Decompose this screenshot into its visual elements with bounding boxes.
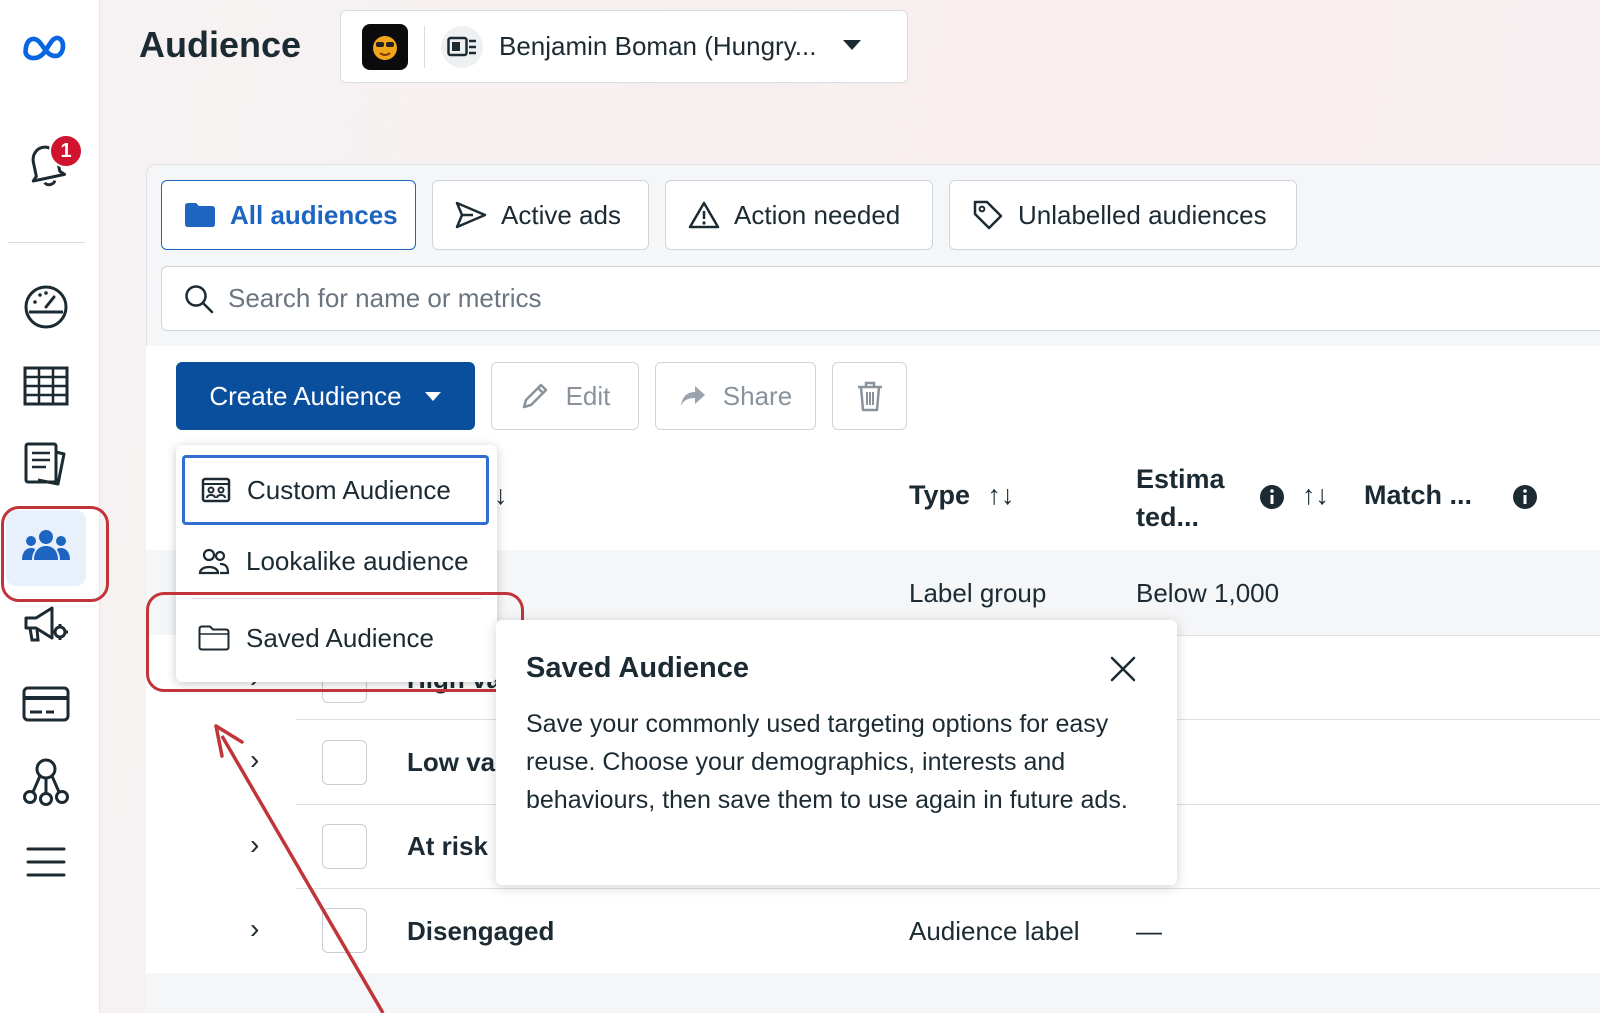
row-checkbox[interactable] bbox=[322, 740, 367, 785]
caret-down-icon bbox=[842, 38, 862, 56]
info-icon[interactable] bbox=[1512, 484, 1538, 515]
tab-action-needed[interactable]: Action needed bbox=[665, 180, 933, 250]
tab-label: Active ads bbox=[501, 199, 621, 230]
row-divider bbox=[296, 888, 1600, 889]
tab-active-ads[interactable]: Active ads bbox=[432, 180, 649, 250]
edit-button[interactable]: Edit bbox=[491, 362, 639, 430]
chevron-right-icon[interactable]: › bbox=[250, 744, 259, 776]
account-name: Benjamin Boman (Hungry... bbox=[499, 31, 817, 61]
tab-all-audiences[interactable]: All audiences bbox=[161, 180, 416, 250]
chevron-right-icon[interactable]: › bbox=[250, 829, 259, 861]
table-grid-icon[interactable] bbox=[20, 360, 72, 412]
notification-badge: 1 bbox=[49, 134, 83, 168]
lookalike-icon bbox=[198, 547, 230, 575]
caret-down-icon bbox=[424, 391, 442, 402]
menu-icon[interactable] bbox=[20, 836, 72, 888]
billing-card-icon[interactable] bbox=[20, 678, 72, 730]
tab-unlabelled-audiences[interactable]: Unlabelled audiences bbox=[949, 180, 1297, 250]
column-estimated-line2: ted... bbox=[1136, 502, 1200, 532]
sort-icon: ↑↓ bbox=[987, 480, 1015, 510]
pencil-icon bbox=[520, 381, 550, 411]
menu-item-label: Custom Audience bbox=[247, 474, 451, 505]
menu-item-lookalike-audience[interactable]: Lookalike audience bbox=[182, 526, 489, 596]
menu-item-custom-audience[interactable]: Custom Audience bbox=[182, 455, 489, 525]
tab-label: Action needed bbox=[734, 199, 901, 230]
folder-icon bbox=[184, 202, 216, 228]
close-icon[interactable] bbox=[1106, 652, 1140, 686]
saved-audience-popover: Saved Audience Save your commonly used t… bbox=[496, 620, 1177, 885]
menu-item-label: Lookalike audience bbox=[246, 545, 469, 576]
row-name[interactable]: At risk bbox=[407, 831, 488, 862]
custom-audience-icon bbox=[201, 476, 231, 504]
business-network-icon[interactable] bbox=[20, 756, 72, 808]
search-input[interactable] bbox=[228, 283, 1128, 314]
ad-account-icon bbox=[441, 25, 483, 68]
column-header-type[interactable]: Type ↑↓ bbox=[909, 480, 1015, 511]
tag-icon bbox=[972, 199, 1004, 231]
table-row bbox=[146, 973, 1600, 1013]
edit-label: Edit bbox=[565, 380, 611, 411]
share-label: Share bbox=[722, 380, 793, 411]
sidebar-audience-annotation bbox=[1, 506, 109, 602]
row-estimated: Below 1,000 bbox=[1136, 578, 1280, 608]
row-estimated: — bbox=[1136, 916, 1162, 946]
tab-label: All audiences bbox=[230, 199, 398, 230]
share-arrow-icon bbox=[679, 384, 707, 408]
tab-label: Unlabelled audiences bbox=[1018, 199, 1267, 230]
search-icon bbox=[184, 284, 214, 314]
sidebar-divider bbox=[8, 242, 85, 243]
account-separator bbox=[424, 25, 425, 68]
share-button[interactable]: Share bbox=[655, 362, 816, 430]
column-type-label: Type bbox=[909, 480, 971, 510]
page-title: Audience bbox=[139, 24, 302, 65]
megaphone-settings-icon[interactable] bbox=[20, 598, 72, 650]
column-header-estimated[interactable]: Estima ted... bbox=[1136, 460, 1225, 536]
row-name[interactable]: Disengaged bbox=[407, 916, 554, 947]
popover-title: Saved Audience bbox=[526, 652, 749, 684]
sort-icon[interactable]: ↑↓ bbox=[1302, 480, 1329, 511]
account-avatar bbox=[362, 23, 408, 70]
account-selector[interactable]: Benjamin Boman (Hungry... bbox=[340, 10, 908, 83]
column-estimated-line1: Estima bbox=[1136, 464, 1225, 494]
create-audience-label: Create Audience bbox=[209, 380, 402, 411]
row-name[interactable]: Low val bbox=[407, 747, 502, 778]
info-icon[interactable] bbox=[1259, 484, 1285, 515]
meta-logo-icon[interactable] bbox=[20, 20, 72, 72]
column-header-match[interactable]: Match ... bbox=[1364, 480, 1472, 511]
warning-icon bbox=[688, 201, 720, 229]
dashboard-gauge-icon[interactable] bbox=[20, 281, 72, 333]
row-type: Label group bbox=[909, 578, 1047, 608]
trash-icon bbox=[855, 380, 885, 412]
create-audience-button[interactable]: Create Audience bbox=[176, 362, 475, 430]
saved-audience-annotation bbox=[146, 592, 524, 692]
row-type: Audience label bbox=[909, 916, 1080, 946]
row-checkbox[interactable] bbox=[322, 908, 367, 953]
pages-icon[interactable] bbox=[20, 438, 72, 490]
delete-button[interactable] bbox=[832, 362, 907, 430]
row-checkbox[interactable] bbox=[322, 824, 367, 869]
search-bar bbox=[161, 266, 1600, 331]
chevron-right-icon[interactable]: › bbox=[250, 913, 259, 945]
send-icon bbox=[455, 201, 487, 229]
popover-body: Save your commonly used targeting option… bbox=[526, 710, 1128, 814]
